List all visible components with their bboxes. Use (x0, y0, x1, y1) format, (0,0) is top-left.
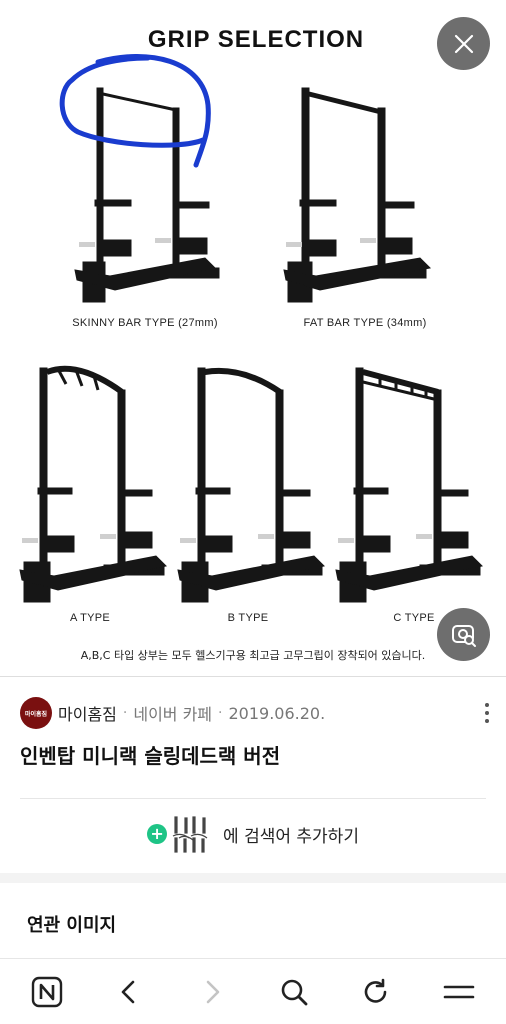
a-type-rack-image (19, 365, 167, 603)
chevron-left-icon (122, 980, 135, 1003)
separator-dot: · (122, 705, 128, 721)
divider (20, 798, 486, 799)
caption-a-type: A TYPE (69, 612, 111, 624)
image-search-button[interactable] (437, 608, 490, 661)
bottom-navigation (0, 958, 506, 1024)
separator-dot: · (218, 705, 223, 721)
forward-button[interactable] (187, 967, 237, 1017)
source-info[interactable]: 마이홈짐 마이홈짐 · 네이버 카페 · 2019.06.20. (20, 697, 490, 729)
close-button[interactable] (437, 17, 490, 70)
image-search-icon (451, 624, 476, 647)
search-icon (281, 979, 308, 1005)
menu-icon (443, 985, 475, 998)
post-title[interactable]: 인벤탑 미니랙 슬링데드랙 버전 (20, 740, 280, 769)
caption-b-type: B TYPE (227, 612, 269, 624)
caption-skinny-bar: SKINNY BAR TYPE (27mm) (72, 317, 218, 329)
related-images-heading: 연관 이미지 (27, 915, 117, 936)
b-type-rack-image (177, 367, 325, 603)
source-date: 2019.06.20. (228, 703, 326, 723)
add-search-term-button[interactable]: + 에 검색어 추가하기 (0, 814, 506, 854)
search-button[interactable] (269, 967, 319, 1017)
c-type-rack-image (335, 367, 483, 603)
chevron-right-icon (206, 980, 220, 1003)
refresh-button[interactable] (351, 967, 401, 1017)
avatar: 마이홈짐 (20, 697, 52, 729)
add-search-label: 에 검색어 추가하기 (223, 826, 359, 847)
image-viewer[interactable]: GRIP SELECTION SKINNY BAR TYPE (27mm) FA… (0, 0, 506, 676)
refresh-icon (365, 978, 387, 1003)
section-separator (0, 873, 506, 883)
more-vertical-icon[interactable] (484, 703, 490, 723)
menu-button[interactable] (434, 967, 484, 1017)
source-platform: 네이버 카페 (133, 705, 213, 724)
rack-thumbnail (172, 816, 208, 853)
grip-note: A,B,C 타입 상부는 모두 헬스기구용 최고급 고무그립이 장착되어 있습니… (80, 649, 426, 662)
avatar-label: 마이홈짐 (24, 710, 48, 718)
home-button[interactable] (22, 967, 72, 1017)
close-icon (454, 34, 473, 53)
back-button[interactable] (104, 967, 154, 1017)
source-name[interactable]: 마이홈짐 (58, 701, 117, 725)
divider (0, 676, 506, 677)
annotation-scribble (59, 54, 211, 168)
caption-fat-bar: FAT BAR TYPE (34mm) (303, 317, 427, 329)
plus-icon: + (147, 824, 168, 844)
fat-bar-rack-image (283, 87, 432, 303)
naver-n-icon (31, 976, 63, 1007)
